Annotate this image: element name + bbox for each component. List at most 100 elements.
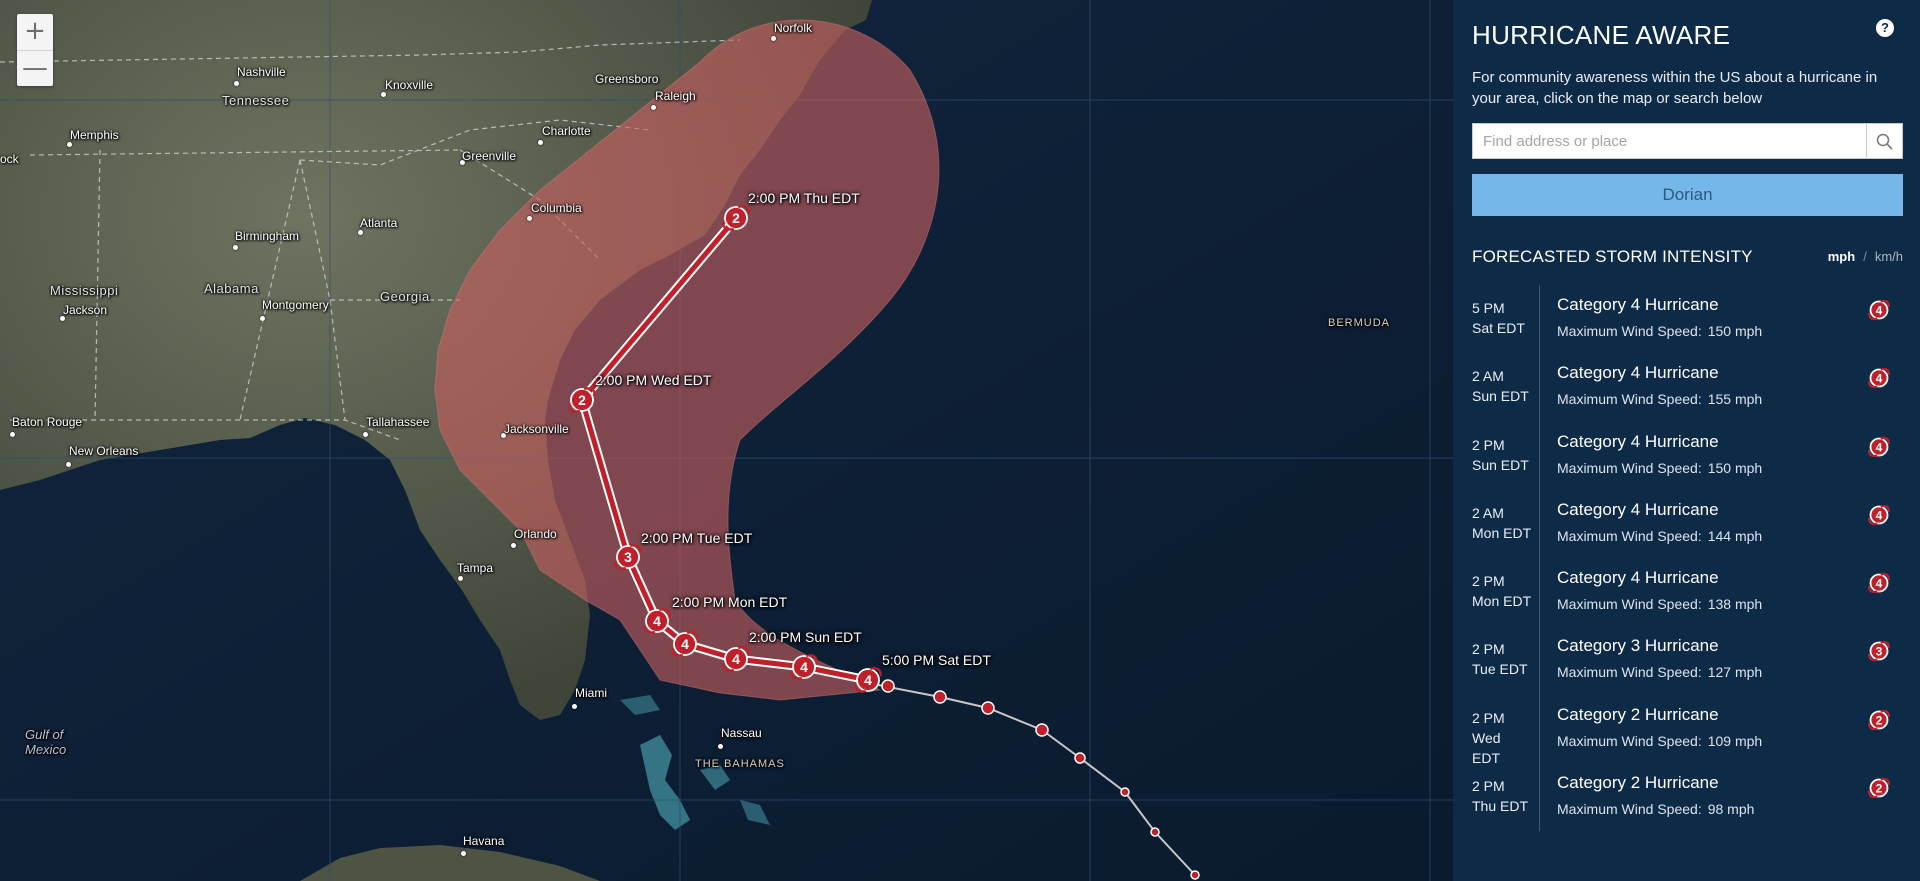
forecast-time: 2 AM Mon EDT [1472,504,1532,541]
svg-text:3: 3 [1876,645,1883,659]
forecast-row[interactable]: 2 PM Sun EDT Category 4 Hurricane Maximum… [1453,427,1920,495]
zoom-out-button[interactable]: — [17,50,53,86]
forecast-category: Category 4 Hurricane [1557,431,1719,451]
svg-text:4: 4 [1876,508,1883,522]
forecast-time: 2 PM Sun EDT [1472,436,1529,473]
zoom-in-button[interactable]: + [17,14,53,50]
forecast-row[interactable]: 2 PM Wed EDT Category 2 Hurricane Maximum… [1453,700,1920,768]
forecast-time: 5 PM Sat EDT [1472,300,1525,336]
place-label: Norfolk [774,21,813,35]
track-label-wed: 2:00 PM Wed EDT [595,372,712,388]
hurricane-badge-icon: 2 [1868,709,1890,730]
search-input[interactable] [1473,124,1866,158]
place-label: BERMUDA [1328,317,1391,329]
forecast-wind: Maximum Wind Speed: 150 mph [1557,323,1763,339]
place-label: Columbia [531,201,582,215]
forecast-category: Category 4 Hurricane [1557,295,1719,314]
place-label: Raleigh [655,89,696,103]
place-label: Tennessee [222,93,290,108]
hurricane-badge-icon: 4 [1868,573,1890,594]
side-panel: HURRICANE AWARE ? For community awarenes… [1453,0,1920,881]
unit-mph[interactable]: mph [1828,249,1855,264]
place-label: ock [0,152,19,166]
unit-separator: / [1863,249,1867,264]
place-label: Tallahassee [366,415,430,429]
forecast-time: 2 PM Mon EDT [1472,573,1532,610]
place-label: Nashville [237,65,286,79]
svg-text:4: 4 [1876,577,1883,591]
forecast-row[interactable]: 2 PM Mon EDT Category 4 Hurricane Maximum… [1453,563,1920,631]
place-label: Tampa [457,561,494,575]
storm-select-button[interactable]: Dorian [1472,174,1903,216]
search-box [1472,123,1903,159]
place-label: Baton Rouge [12,415,83,429]
svg-text:4: 4 [653,613,661,629]
svg-text:2: 2 [1876,782,1883,796]
forecast-category: Category 2 Hurricane [1557,773,1719,793]
forecast-time: 2 AM Sun EDT [1472,368,1529,405]
search-button[interactable] [1866,124,1902,158]
app-title: HURRICANE AWARE [1472,20,1731,50]
map-view[interactable]: 2 2 3 4 4 4 4 4 + — Norfolk Nashville Knoxville… [0,0,1453,881]
place-label: Montgomery [262,298,329,312]
track-label-sat: 5:00 PM Sat EDT [882,652,991,668]
svg-text:4: 4 [1876,372,1883,386]
unit-toggle: mph / km/h [1828,249,1903,264]
track-label-sun: 2:00 PM Sun EDT [749,629,862,645]
forecast-category: Category 4 Hurricane [1557,568,1719,588]
svg-text:4: 4 [800,659,808,675]
forecast-heading: FORECASTED STORM INTENSITY [1472,247,1753,266]
search-icon [1876,133,1893,150]
place-label: Alabama [204,281,259,296]
forecast-row[interactable]: 5 PM Sat EDT Category 4 Hurricane Maximum… [1453,290,1920,358]
place-label: Greensboro [595,72,659,86]
place-label: Georgia [380,289,430,304]
forecast-wind: Maximum Wind Speed: 155 mph [1557,391,1763,408]
hurricane-badge-icon: 3 [1868,641,1890,662]
forecast-category: Category 4 Hurricane [1557,499,1719,519]
place-label: Mississippi [50,283,119,298]
place-label: Jacksonville [504,422,569,436]
forecast-row[interactable]: 2 AM Mon EDT Category 4 Hurricane Maximum… [1453,495,1920,563]
help-icon[interactable]: ? [1876,19,1894,37]
svg-text:2: 2 [578,392,586,408]
place-label: New Orleans [69,444,139,458]
forecast-category: Category 3 Hurricane [1557,636,1719,656]
forecast-category: Category 4 Hurricane [1557,363,1719,383]
forecast-row[interactable]: 2 AM Sun EDT Category 4 Hurricane Maximum… [1453,358,1920,426]
svg-text:2: 2 [1876,713,1883,727]
forecast-wind: Maximum Wind Speed: 127 mph [1557,664,1763,681]
forecast-wind: Maximum Wind Speed: 150 mph [1557,459,1763,476]
place-label: Greenville [462,149,517,163]
svg-text:3: 3 [624,549,632,565]
forecast-wind: Maximum Wind Speed: 109 mph [1557,732,1763,749]
svg-text:4: 4 [681,636,689,652]
place-label: Birmingham [235,229,300,243]
track-label-thu: 2:00 PM Thu EDT [748,190,860,206]
place-label: THE BAHAMAS [695,758,785,770]
hurricane-badge-icon: 4 [1868,504,1890,525]
extended-track [867,682,1196,876]
unit-kmh[interactable]: km/h [1875,249,1903,264]
forecast-wind: Maximum Wind Speed: 98 mph [1557,801,1755,818]
place-label: Orlando [514,527,557,541]
track-label-mon: 2:00 PM Mon EDT [672,594,788,610]
forecast-time: 2 PM Tue EDT [1472,641,1528,678]
svg-text:4: 4 [1876,304,1883,318]
forecast-category: Category 2 Hurricane [1557,704,1719,724]
forecast-wind: Maximum Wind Speed: 144 mph [1557,527,1763,544]
place-label: Charlotte [542,124,591,138]
forecast-time: 2 PM Wed EDT [1472,709,1505,766]
forecast-row[interactable]: 2 PM Thu EDT Category 2 Hurricane Maximum… [1453,768,1920,836]
hurricane-badge-icon: 4 [1868,368,1890,389]
place-label: Memphis [70,128,119,142]
hurricane-badge-icon: 2 [1868,778,1890,799]
place-label: Nassau [721,726,762,740]
svg-text:2: 2 [732,210,740,226]
place-label: Miami [575,686,607,700]
place-label: Atlanta [360,216,398,230]
hurricane-badge-icon: 4 [1868,299,1890,321]
place-label: Jackson [63,303,108,317]
place-label: Havana [463,834,505,848]
forecast-row[interactable]: 2 PM Tue EDT Category 3 Hurricane Maximum… [1453,631,1920,699]
